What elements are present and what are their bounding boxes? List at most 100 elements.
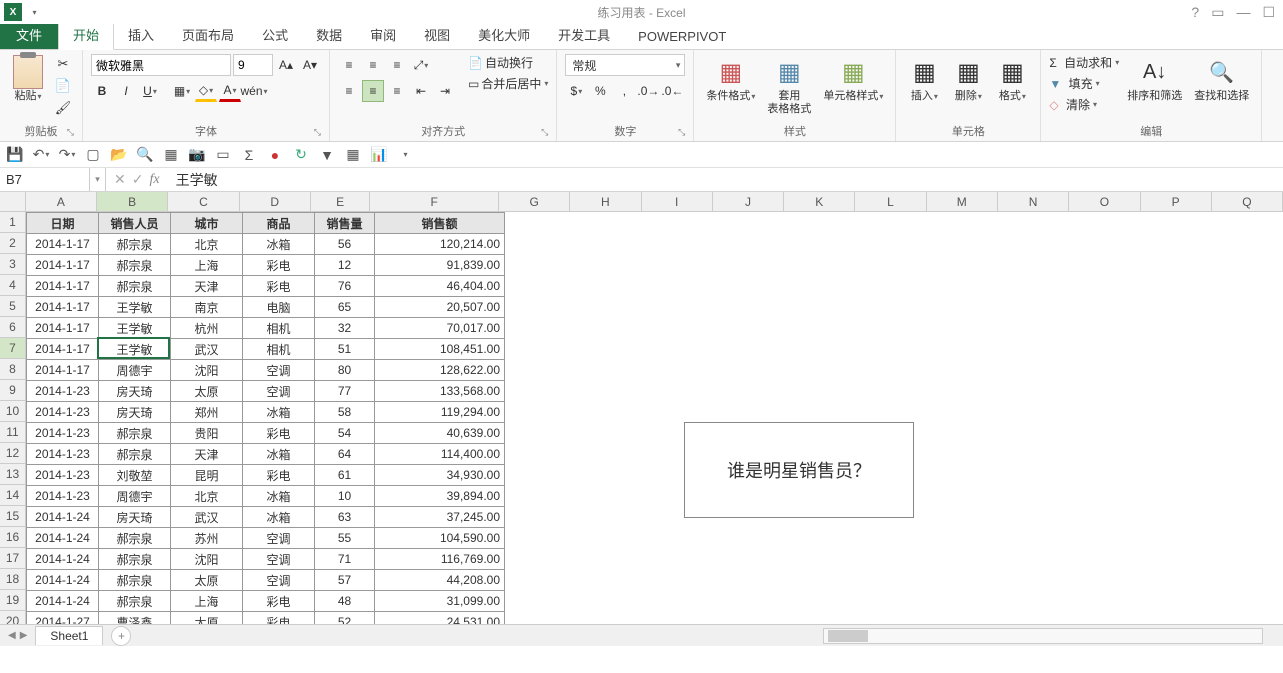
font-name-combo[interactable] <box>91 54 231 76</box>
decrease-font-button[interactable]: A▾ <box>299 54 321 76</box>
data-cell[interactable]: 128,622.00 <box>375 360 505 381</box>
tab-data[interactable]: 数据 <box>302 20 356 49</box>
cut-button[interactable]: ✂ <box>52 54 74 74</box>
data-cell[interactable]: 相机 <box>243 339 315 360</box>
paste-button[interactable]: 粘贴▾ <box>8 54 48 105</box>
row-header[interactable]: 15 <box>0 506 25 527</box>
decrease-indent-button[interactable]: ⇤ <box>410 80 432 102</box>
maximize-button[interactable]: ☐ <box>1262 4 1275 21</box>
formula-input[interactable]: 王学敏 <box>168 168 1283 191</box>
data-cell[interactable]: 曹泽鑫 <box>99 612 171 625</box>
data-cell[interactable]: 郝宗泉 <box>99 570 171 591</box>
data-cell[interactable]: 54 <box>315 423 375 444</box>
orientation-button[interactable]: ⤢▾ <box>410 54 432 76</box>
data-cell[interactable]: 冰箱 <box>243 402 315 423</box>
align-left-button[interactable]: ≡ <box>338 80 360 102</box>
data-cell[interactable]: 2014-1-17 <box>27 339 99 360</box>
new-sheet-button[interactable]: + <box>111 626 131 646</box>
row-header[interactable]: 2 <box>0 233 25 254</box>
format-cells-button[interactable]: ▦格式▾ <box>992 54 1032 105</box>
data-cell[interactable]: 2014-1-23 <box>27 486 99 507</box>
data-cell[interactable]: 房天琦 <box>99 381 171 402</box>
print-preview-button[interactable]: 🔍 <box>136 146 154 164</box>
number-format-combo[interactable]: 常规 <box>565 54 685 76</box>
pivot-button[interactable]: ▦ <box>344 146 362 164</box>
underline-button[interactable]: U▾ <box>139 80 161 102</box>
new-button[interactable]: ▢ <box>84 146 102 164</box>
column-header[interactable]: D <box>240 192 311 211</box>
clear-button[interactable]: ◇ 清除▾ <box>1049 96 1119 113</box>
undo-button[interactable]: ↶▾ <box>32 146 50 164</box>
open-button[interactable]: 📂 <box>110 146 128 164</box>
form-button[interactable]: ▭ <box>214 146 232 164</box>
conditional-format-button[interactable]: ▦条件格式▾ <box>702 54 759 105</box>
data-cell[interactable]: 电脑 <box>243 297 315 318</box>
column-header[interactable]: E <box>311 192 370 211</box>
row-header[interactable]: 19 <box>0 590 25 611</box>
data-cell[interactable]: 12 <box>315 255 375 276</box>
data-cell[interactable]: 2014-1-24 <box>27 549 99 570</box>
data-cell[interactable]: 太原 <box>171 612 243 625</box>
data-cell[interactable]: 56 <box>315 234 375 255</box>
align-middle-button[interactable]: ≡ <box>362 54 384 76</box>
data-cell[interactable]: 北京 <box>171 486 243 507</box>
data-cell[interactable]: 32 <box>315 318 375 339</box>
insert-cells-button[interactable]: ▦插入▾ <box>904 54 944 105</box>
data-cell[interactable]: 64 <box>315 444 375 465</box>
data-cell[interactable]: 120,214.00 <box>375 234 505 255</box>
column-header[interactable]: L <box>855 192 926 211</box>
tab-formulas[interactable]: 公式 <box>248 20 302 49</box>
data-cell[interactable]: 70,017.00 <box>375 318 505 339</box>
row-header[interactable]: 8 <box>0 359 25 380</box>
name-box-dropdown[interactable]: ▾ <box>90 168 106 191</box>
data-cell[interactable]: 91,839.00 <box>375 255 505 276</box>
data-cell[interactable]: 119,294.00 <box>375 402 505 423</box>
tab-review[interactable]: 审阅 <box>356 20 410 49</box>
data-cell[interactable]: 彩电 <box>243 255 315 276</box>
font-size-combo[interactable] <box>233 54 273 76</box>
data-cell[interactable]: 57 <box>315 570 375 591</box>
data-cell[interactable]: 郝宗泉 <box>99 444 171 465</box>
data-cell[interactable]: 2014-1-27 <box>27 612 99 625</box>
data-cell[interactable]: 上海 <box>171 591 243 612</box>
column-header[interactable]: A <box>26 192 97 211</box>
column-header[interactable]: F <box>370 192 499 211</box>
sheet-tab[interactable]: Sheet1 <box>35 626 103 645</box>
data-cell[interactable]: 冰箱 <box>243 486 315 507</box>
table-header-cell[interactable]: 日期 <box>27 213 99 234</box>
column-header[interactable]: J <box>713 192 784 211</box>
column-header[interactable]: C <box>168 192 239 211</box>
data-cell[interactable]: 郝宗泉 <box>99 591 171 612</box>
data-cell[interactable]: 王学敏 <box>99 339 171 360</box>
data-cell[interactable]: 31,099.00 <box>375 591 505 612</box>
data-cell[interactable]: 贵阳 <box>171 423 243 444</box>
increase-decimal-button[interactable]: .0→ <box>637 80 659 102</box>
data-cell[interactable]: 武汉 <box>171 507 243 528</box>
data-cell[interactable]: 苏州 <box>171 528 243 549</box>
data-cell[interactable]: 郑州 <box>171 402 243 423</box>
camera-button[interactable]: 📷 <box>188 146 206 164</box>
data-cell[interactable]: 2014-1-17 <box>27 234 99 255</box>
fill-color-button[interactable]: ◇▾ <box>195 80 217 102</box>
data-cell[interactable]: 2014-1-23 <box>27 381 99 402</box>
table-header-cell[interactable]: 城市 <box>171 213 243 234</box>
data-cell[interactable]: 房天琦 <box>99 402 171 423</box>
align-center-button[interactable]: ≡ <box>362 80 384 102</box>
filter-button[interactable]: ▼ <box>318 146 336 164</box>
data-cell[interactable]: 周德宇 <box>99 486 171 507</box>
wrap-text-button[interactable]: 📄自动换行 <box>468 54 548 71</box>
alignment-launcher[interactable]: ⤡ <box>541 127 548 138</box>
save-button[interactable]: 💾 <box>6 146 24 164</box>
data-cell[interactable]: 51 <box>315 339 375 360</box>
sort-filter-button[interactable]: A↓排序和筛选 <box>1123 54 1186 105</box>
border-button[interactable]: ▦▾ <box>171 80 193 102</box>
data-cell[interactable]: 116,769.00 <box>375 549 505 570</box>
tab-beautify[interactable]: 美化大师 <box>464 20 544 49</box>
data-cell[interactable]: 彩电 <box>243 276 315 297</box>
data-cell[interactable]: 10 <box>315 486 375 507</box>
data-cell[interactable]: 南京 <box>171 297 243 318</box>
row-header[interactable]: 16 <box>0 527 25 548</box>
data-cell[interactable]: 37,245.00 <box>375 507 505 528</box>
data-cell[interactable]: 空调 <box>243 528 315 549</box>
tab-view[interactable]: 视图 <box>410 20 464 49</box>
